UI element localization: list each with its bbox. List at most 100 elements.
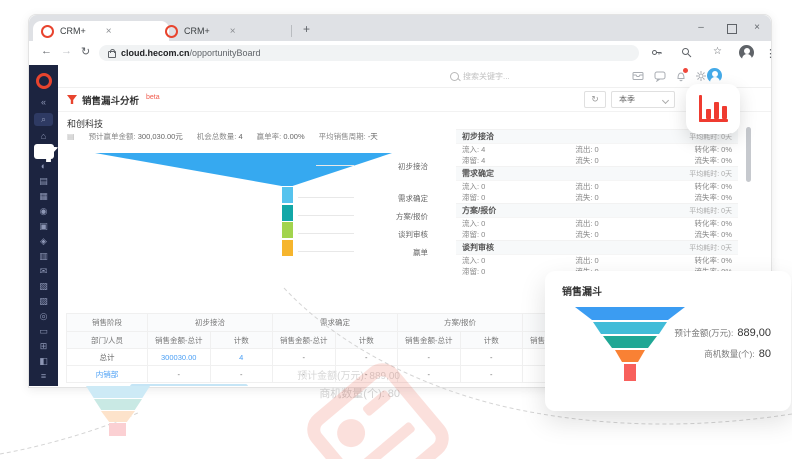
metric-count: 商机数量(个):80 bbox=[704, 344, 771, 362]
period-select[interactable]: 本季 bbox=[611, 91, 675, 108]
stage-stats-row: 流入: 4流出: 0转化率: 0% bbox=[456, 144, 738, 155]
chat-icon[interactable] bbox=[654, 70, 666, 82]
url-omnibox[interactable]: cloud.hecom.cn/opportunityBoard bbox=[99, 45, 639, 61]
user-avatar[interactable] bbox=[707, 68, 722, 83]
period-value: 本季 bbox=[619, 95, 635, 104]
table-subheader-count: 计数 bbox=[210, 332, 273, 349]
table-cell[interactable]: 300030.00 bbox=[148, 349, 211, 366]
stage-stats-row: 流入: 0流出: 0转化率: 0% bbox=[456, 255, 738, 266]
search-input[interactable] bbox=[461, 68, 595, 85]
summary-item: 赢单率: 0.00% bbox=[257, 131, 305, 142]
card-funnel-layer bbox=[575, 307, 685, 320]
orders-icon[interactable]: ▥ bbox=[29, 249, 58, 264]
collapse-sidebar-icon[interactable]: « bbox=[29, 95, 58, 110]
vertical-scrollbar-thumb[interactable] bbox=[746, 127, 751, 182]
ghost-funnel-layer bbox=[94, 399, 142, 410]
settings-icon[interactable]: ◧ bbox=[29, 354, 58, 369]
browser-tab-active[interactable]: CRM+ × bbox=[33, 21, 169, 41]
password-key-icon[interactable] bbox=[651, 47, 662, 61]
funnel-label-line bbox=[298, 197, 354, 198]
horizontal-scrollbar-thumb[interactable] bbox=[130, 384, 248, 386]
table-subheader-amount: 销售金额-总计 bbox=[398, 332, 461, 349]
table-cell: - bbox=[460, 366, 523, 383]
schedule-icon[interactable]: ◐ bbox=[29, 159, 58, 174]
crm-favicon bbox=[41, 25, 54, 38]
forward-icon[interactable]: → bbox=[61, 45, 72, 57]
table-subheader-count: 计数 bbox=[460, 332, 523, 349]
chart-icon-card[interactable] bbox=[686, 84, 740, 134]
window-minimize-button[interactable]: – bbox=[691, 15, 711, 41]
browser-profile-avatar[interactable] bbox=[739, 45, 754, 60]
customers-icon[interactable]: ▤ bbox=[29, 174, 58, 189]
reload-icon[interactable]: ↻ bbox=[81, 45, 90, 58]
funnel-stage-shape bbox=[282, 205, 293, 221]
row-name[interactable]: 内销部 bbox=[67, 366, 148, 383]
home-icon[interactable]: ⌂ bbox=[29, 129, 58, 144]
funnel-label-line bbox=[316, 165, 354, 166]
browser-tabstrip: CRM+ × CRM+ × + – × bbox=[29, 15, 771, 41]
mail-icon[interactable]: ✉ bbox=[29, 264, 58, 279]
table-subheader-amount: 销售金额-总计 bbox=[273, 332, 336, 349]
inbox-icon[interactable] bbox=[632, 70, 644, 82]
sidebar-search-icon[interactable]: ⌕ bbox=[29, 112, 58, 127]
table-cell: - bbox=[148, 366, 211, 383]
row-name: 总计 bbox=[67, 349, 148, 366]
contacts-icon[interactable]: ◎ bbox=[29, 309, 58, 324]
products-icon[interactable]: ◈ bbox=[29, 234, 58, 249]
window-maximize-button[interactable] bbox=[727, 24, 737, 34]
table-cell: - bbox=[273, 349, 336, 366]
table-header-person: 部门/人员 bbox=[67, 332, 148, 349]
zoom-icon[interactable] bbox=[681, 47, 692, 61]
funnel-title-icon bbox=[67, 95, 77, 104]
sidebar-icons: « ⌕ ⌂ ◐▤▦◉▣◈▥✉▧▨◎▭⊞◧≡ bbox=[29, 95, 58, 384]
ghost-funnel-stem bbox=[109, 423, 126, 436]
funnel-label-line bbox=[298, 233, 354, 234]
back-icon[interactable]: ← bbox=[41, 45, 52, 57]
stage-stats-row: 流入: 0流出: 0转化率: 0% bbox=[456, 218, 738, 229]
refresh-button[interactable]: ↻ bbox=[584, 91, 606, 108]
table-cell[interactable]: 4 bbox=[210, 349, 273, 366]
funnel-stage-label: 谈判审核 bbox=[358, 229, 428, 240]
browser-tab-2[interactable]: CRM+ × bbox=[157, 21, 293, 41]
files-icon[interactable]: ▭ bbox=[29, 324, 58, 339]
funnel-label-line bbox=[298, 251, 354, 252]
tab-close-icon[interactable]: × bbox=[106, 26, 112, 37]
stage-stats-row: 滞留: 4流失: 0流失率: 0% bbox=[456, 155, 738, 166]
funnel-stage-label: 方案/报价 bbox=[358, 211, 428, 222]
ghost-funnel-layer bbox=[101, 411, 135, 422]
company-name: 和创科技 bbox=[67, 117, 103, 130]
app-sidebar: « ⌕ ⌂ ◐▤▦◉▣◈▥✉▧▨◎▭⊞◧≡ bbox=[29, 65, 58, 386]
url-host: cloud.hecom.cn bbox=[121, 48, 190, 58]
bookmark-star-icon[interactable]: ☆ bbox=[713, 46, 722, 57]
gear-icon[interactable] bbox=[695, 70, 707, 82]
table-group-header: 初步接洽 bbox=[148, 314, 273, 332]
opportunity-icon[interactable]: ◉ bbox=[29, 204, 58, 219]
stage-stats-header: 谈判审核平均耗时: 0天 bbox=[456, 240, 738, 255]
crm-favicon-2 bbox=[165, 25, 178, 38]
card-title: 销售漏斗 bbox=[562, 283, 602, 298]
window-close-button[interactable]: × bbox=[747, 15, 767, 41]
tab-close-icon-2[interactable]: × bbox=[230, 26, 236, 37]
crm-logo-icon bbox=[36, 73, 52, 89]
browser-menu-icon[interactable]: ⋮ bbox=[765, 47, 776, 60]
reports-icon[interactable]: ▧ bbox=[29, 279, 58, 294]
dashed-curve-2 bbox=[0, 412, 140, 454]
more-icon[interactable]: ≡ bbox=[29, 369, 58, 384]
summary-item: 预计赢单金额: 300,030.00元 bbox=[89, 131, 183, 142]
card-funnel-chart bbox=[575, 307, 687, 387]
funnel-stage-label: 赢单 bbox=[358, 247, 428, 258]
sales-funnel-icon[interactable] bbox=[29, 144, 58, 159]
new-tab-button[interactable]: + bbox=[303, 22, 310, 36]
table-group-header: 需求确定 bbox=[273, 314, 398, 332]
board-icon[interactable]: ▣ bbox=[29, 219, 58, 234]
table-group-header: 方案/报价 bbox=[398, 314, 523, 332]
dashboard-icon[interactable]: ▨ bbox=[29, 294, 58, 309]
analytics-icon[interactable]: ⊞ bbox=[29, 339, 58, 354]
card-funnel-layer bbox=[593, 322, 667, 334]
desktop-background: CRM+ × CRM+ × + – × ← → ↻ cloud.hecom.cn… bbox=[0, 0, 792, 459]
table-cell: - bbox=[335, 349, 398, 366]
card-funnel-layer bbox=[624, 364, 636, 381]
stage-stats-section: 初步接洽平均耗时: 0天流入: 4流出: 0转化率: 0%滞留: 4流失: 0流… bbox=[456, 129, 738, 166]
apps-icon[interactable]: ▦ bbox=[29, 189, 58, 204]
bar-chart-icon bbox=[699, 95, 702, 122]
